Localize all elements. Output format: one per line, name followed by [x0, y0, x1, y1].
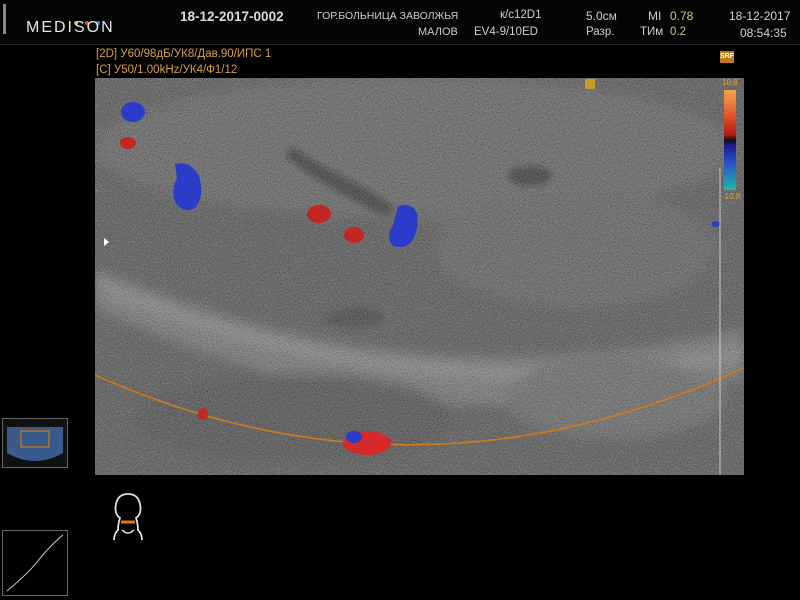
operator-name: МАЛОВ [418, 26, 458, 38]
depth-value: 5.0см [586, 9, 617, 23]
probe-model: EV4-9/10ED [474, 26, 538, 38]
colorbar-bottom-label: -10.8 [722, 192, 741, 201]
ti-label: TИм [640, 26, 664, 38]
colorbar-top-label: 10.8 [722, 78, 738, 87]
depth-tick [95, 220, 98, 221]
institution-name: ГОР.БОЛЬНИЦА ЗАВОЛЖЬЯ [317, 10, 459, 22]
gain-curve-thumbnail [2, 530, 68, 596]
srf-badge: SRF [720, 51, 734, 63]
mode-color-params: [C] У50/1.00kHz/УК4/Ф1/12 [96, 64, 238, 76]
depth-tick [95, 130, 98, 131]
focal-zone-marker[interactable] [585, 79, 595, 89]
patient-id: 18-12-2017-0002 [180, 9, 284, 24]
mode-2d-params: [2D] У60/98дБ/УК8/Дав.90/ИПС 1 [96, 48, 272, 60]
probe-orientation-thumbnail [2, 418, 68, 468]
ultrasound-screen: MEDISON 18-12-2017-0002 ГОР.БОЛЬНИЦА ЗАВ… [0, 0, 800, 600]
exam-date: 18-12-2017 [729, 9, 791, 23]
header-separator [0, 44, 800, 45]
depth-tick [95, 190, 98, 191]
exam-time: 08:54:35 [740, 26, 787, 40]
sector-thumbnail-icon [7, 427, 63, 461]
probe-preset: к/с12D1 [500, 9, 542, 21]
mi-label: MI [648, 9, 662, 23]
focus-marker-icon[interactable] [104, 238, 109, 246]
ultrasound-scan [95, 78, 744, 475]
depth-tick [95, 105, 98, 106]
header-bar: MEDISON 18-12-2017-0002 ГОР.БОЛЬНИЦА ЗАВ… [0, 0, 800, 44]
gain-curve-icon [6, 534, 64, 592]
mi-value: 0.78 [670, 9, 694, 23]
body-mark-icon[interactable] [108, 490, 148, 545]
color-velocity-bar [724, 90, 736, 190]
depth-tick [95, 160, 98, 161]
header-divider [3, 4, 6, 34]
ti-value: 0.2 [670, 26, 686, 38]
ultrasound-image[interactable] [95, 78, 744, 475]
depth-label: Разр. [586, 26, 615, 38]
brand-logo: MEDISON [26, 19, 115, 36]
